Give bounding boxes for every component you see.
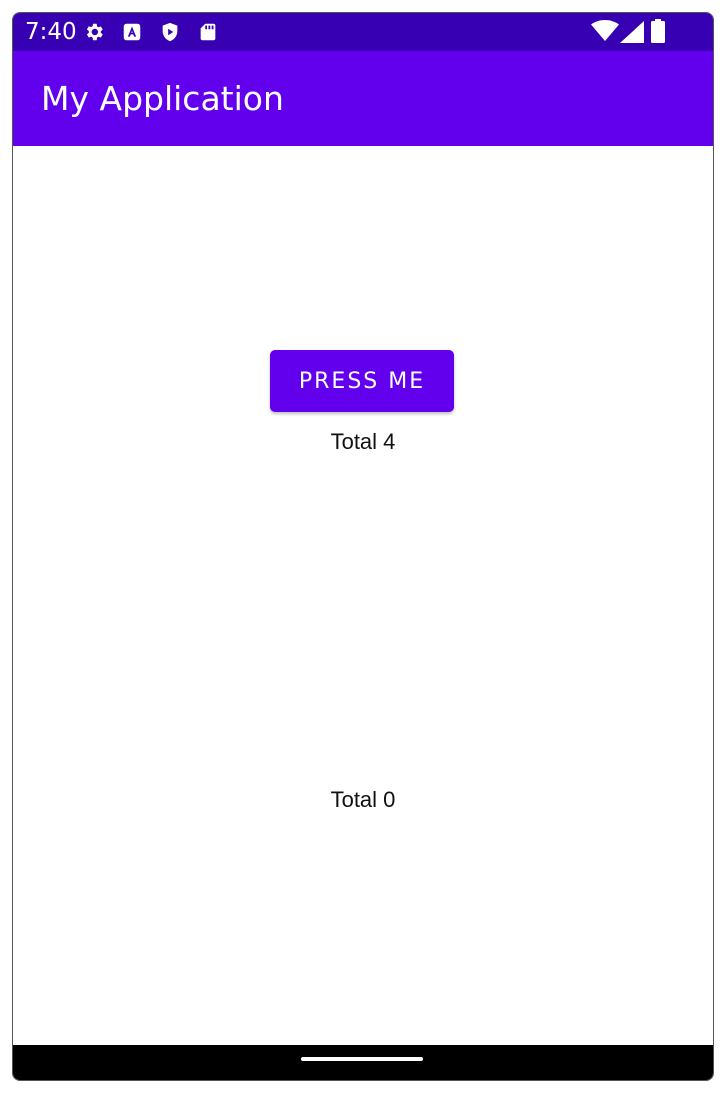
battery-icon (651, 19, 665, 43)
cellular-signal-icon (620, 21, 644, 43)
sd-card-icon (200, 23, 216, 41)
main-content: PRESS ME Total 4 Total 0 (13, 146, 713, 1047)
gear-icon (86, 23, 103, 41)
status-bar: 7:40 (13, 13, 713, 51)
status-time: 7:40 (25, 19, 77, 45)
press-me-button[interactable]: PRESS ME (270, 350, 454, 412)
total-label-top: Total 4 (330, 429, 396, 454)
home-indicator[interactable] (301, 1057, 423, 1061)
total-label-bottom: Total 0 (330, 787, 396, 812)
shield-play-icon (162, 22, 178, 42)
device-frame: 7:40 My Application PRESS ME Total 4 Tot… (12, 12, 714, 1081)
app-bar: My Application (13, 51, 713, 146)
navigation-bar (13, 1045, 713, 1080)
wifi-icon (591, 20, 619, 41)
app-store-icon (123, 23, 141, 41)
app-title: My Application (41, 79, 284, 118)
